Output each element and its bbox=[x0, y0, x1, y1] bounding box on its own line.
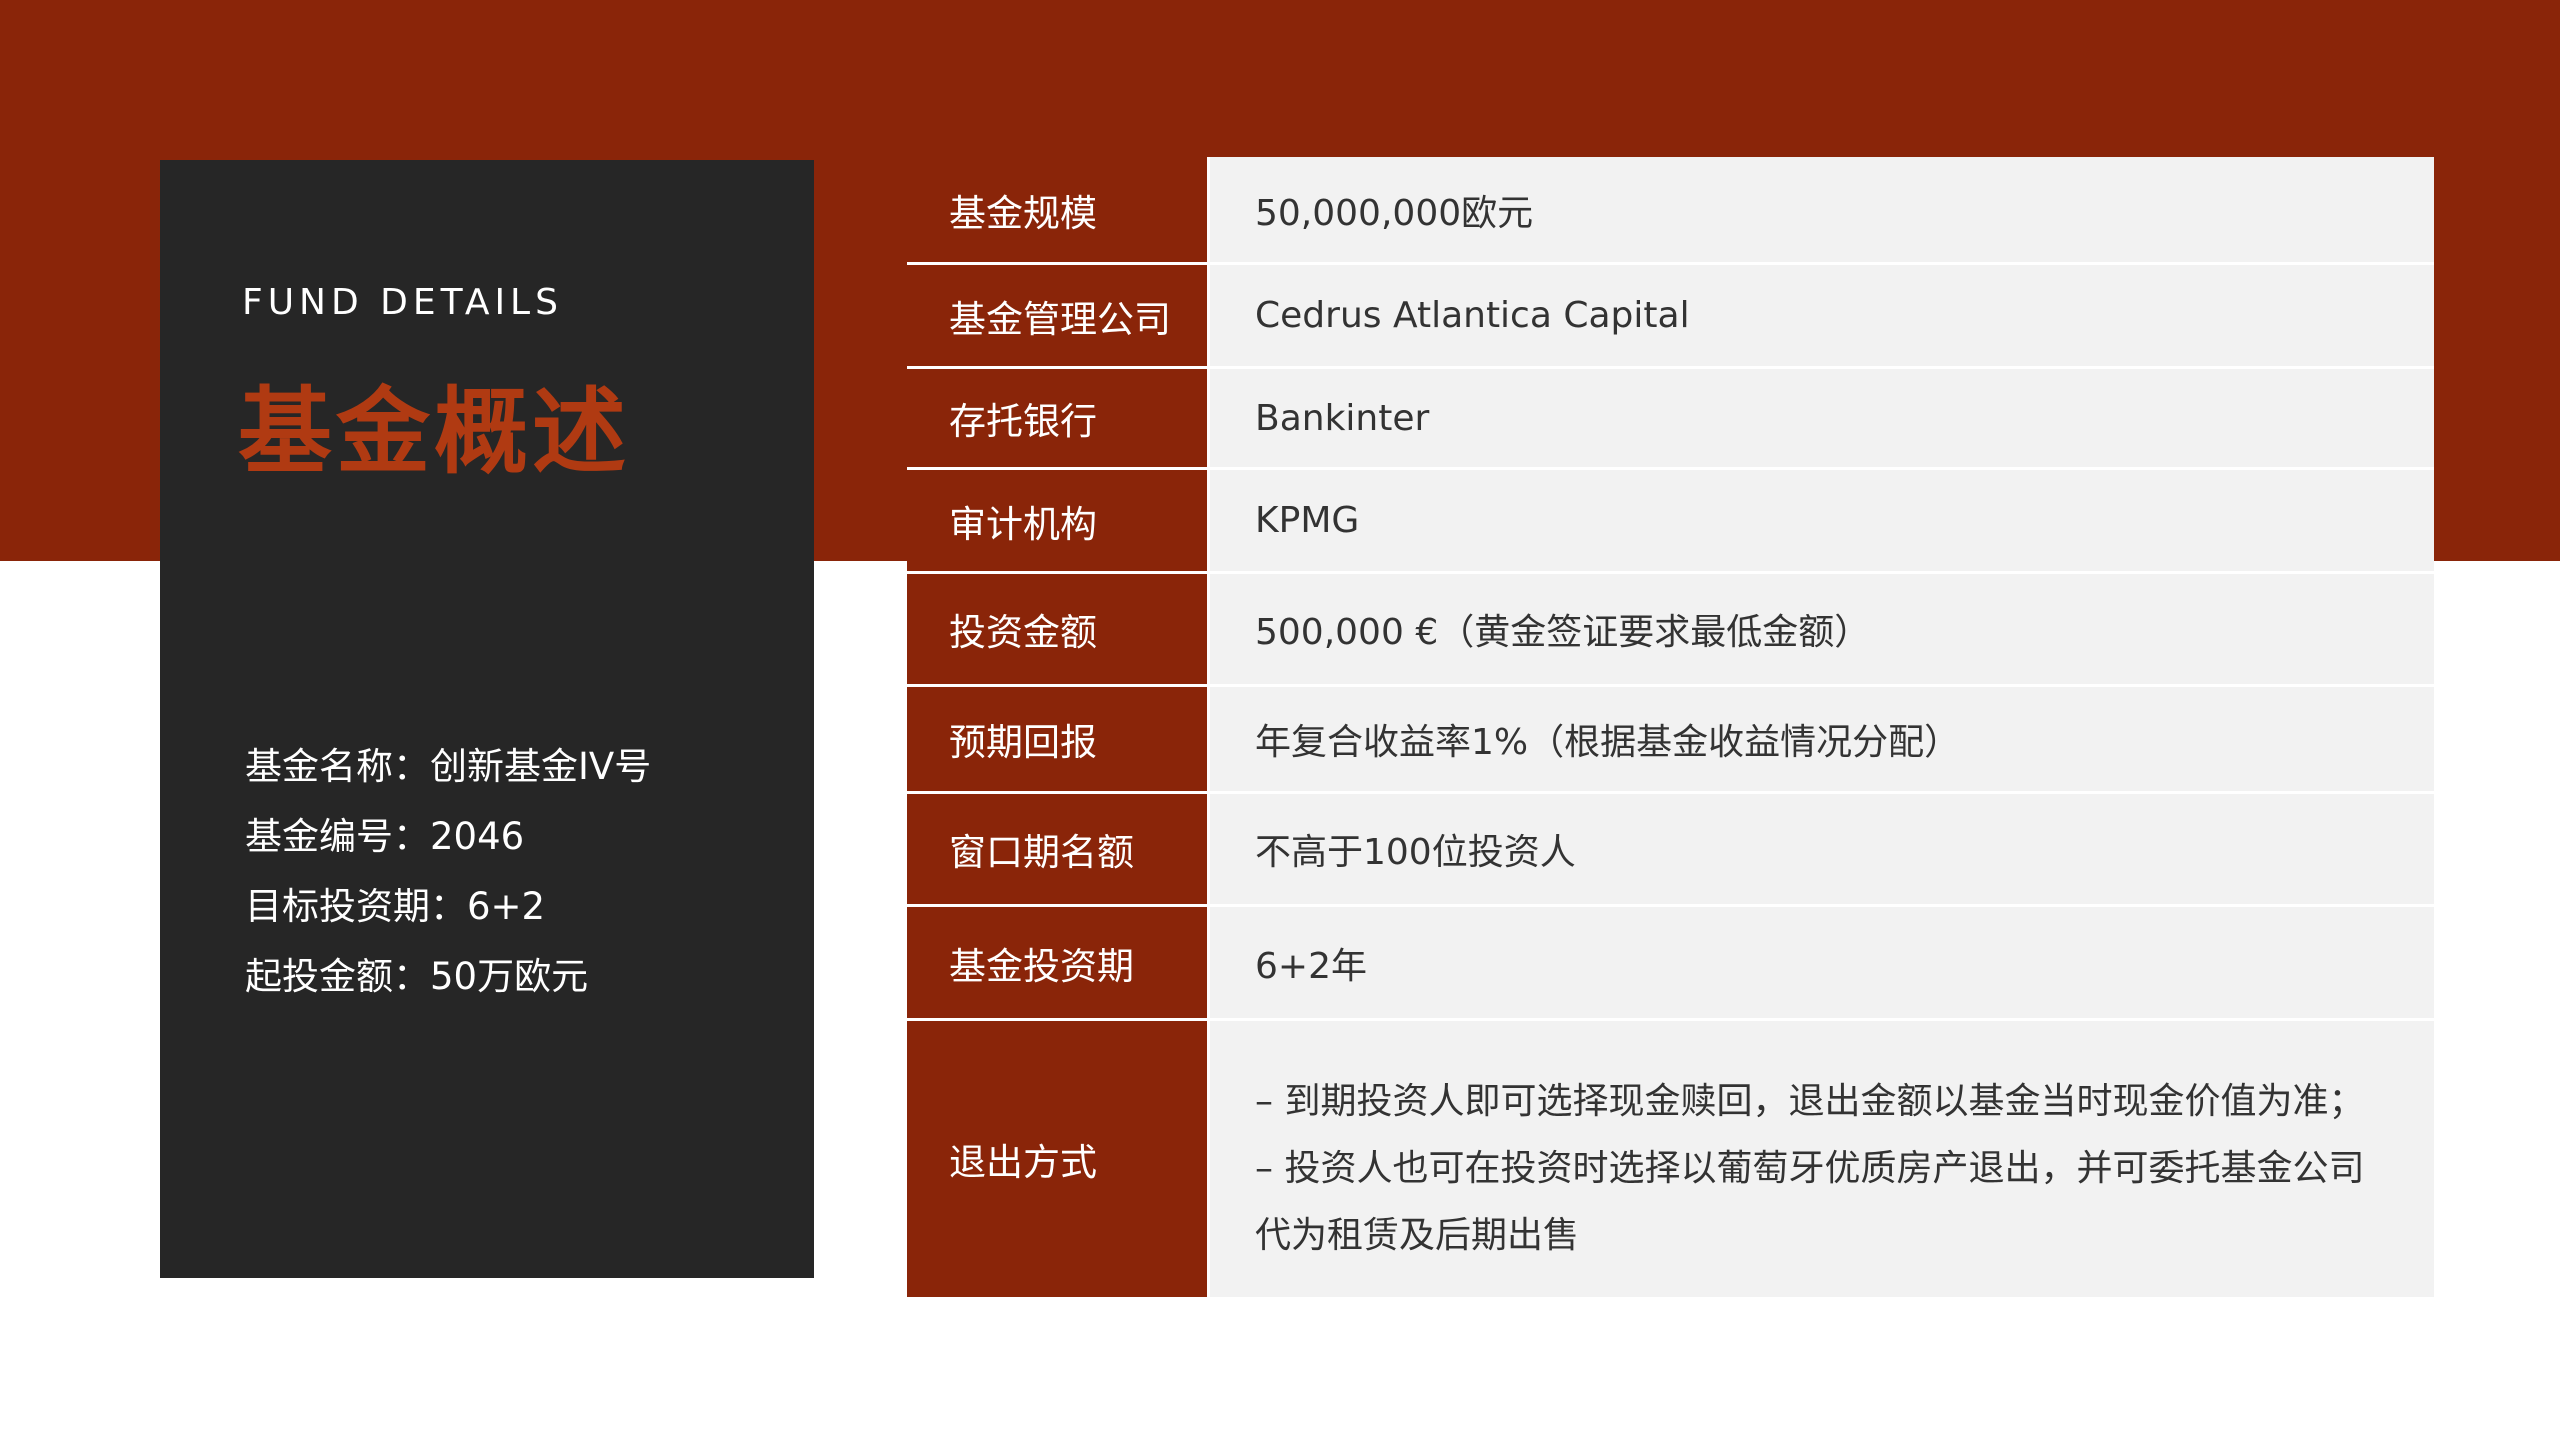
row-value-fund-size: 50,000,000欧元 bbox=[1210, 157, 2434, 262]
row-label-fund-size: 基金规模 bbox=[907, 157, 1210, 262]
table-row: 基金规模 50,000,000欧元 bbox=[907, 157, 2434, 265]
summary-min-investment: 起投金额：50万欧元 bbox=[245, 955, 589, 998]
row-value-expected-return: 年复合收益率1%（根据基金收益情况分配） bbox=[1210, 687, 2434, 791]
row-value-manager: Cedrus Atlantica Capital bbox=[1210, 265, 2434, 366]
section-eyebrow: FUND DETAILS bbox=[242, 282, 563, 323]
row-value-investment-amount: 500,000 €（黄金签证要求最低金额） bbox=[1210, 574, 2434, 684]
summary-list: 基金名称：创新基金IV号 基金编号：2046 目标投资期：6+2 起投金额：50… bbox=[245, 732, 651, 1012]
row-label-investment-amount: 投资金额 bbox=[907, 574, 1210, 684]
summary-fund-number: 基金编号：2046 bbox=[245, 815, 525, 858]
table-row: 存托银行 Bankinter bbox=[907, 369, 2434, 470]
row-label-quota: 窗口期名额 bbox=[907, 794, 1210, 904]
table-row: 审计机构 KPMG bbox=[907, 470, 2434, 574]
row-label-exit-method: 退出方式 bbox=[907, 1021, 1210, 1297]
table-row: 预期回报 年复合收益率1%（根据基金收益情况分配） bbox=[907, 687, 2434, 794]
row-label-custodian: 存托银行 bbox=[907, 369, 1210, 467]
row-value-exit-method: – 到期投资人即可选择现金赎回，退出金额以基金当时现金价值为准； – 投资人也可… bbox=[1210, 1021, 2434, 1297]
summary-fund-name: 基金名称：创新基金IV号 bbox=[245, 745, 652, 788]
row-value-custodian: Bankinter bbox=[1210, 369, 2434, 467]
row-label-investment-period: 基金投资期 bbox=[907, 907, 1210, 1018]
page-title: 基金概述 bbox=[238, 378, 631, 487]
exit-method-line-1: – 到期投资人即可选择现金赎回，退出金额以基金当时现金价值为准； bbox=[1255, 1081, 2365, 1122]
exit-method-line-2: – 投资人也可在投资时选择以葡萄牙优质房产退出，并可委托基金公司 bbox=[1255, 1148, 2365, 1189]
table-row: 基金投资期 6+2年 bbox=[907, 907, 2434, 1021]
row-label-manager: 基金管理公司 bbox=[907, 265, 1210, 366]
row-label-expected-return: 预期回报 bbox=[907, 687, 1210, 791]
row-value-investment-period: 6+2年 bbox=[1210, 907, 2434, 1018]
table-row: 投资金额 500,000 €（黄金签证要求最低金额） bbox=[907, 574, 2434, 687]
row-label-auditor: 审计机构 bbox=[907, 470, 1210, 571]
fund-summary-card: FUND DETAILS 基金概述 基金名称：创新基金IV号 基金编号：2046… bbox=[160, 160, 814, 1278]
summary-target-period: 目标投资期：6+2 bbox=[245, 885, 546, 928]
exit-method-line-3: 代为租赁及后期出售 bbox=[1255, 1215, 1580, 1256]
fund-details-table: 基金规模 50,000,000欧元 基金管理公司 Cedrus Atlantic… bbox=[907, 157, 2434, 1297]
row-value-auditor: KPMG bbox=[1210, 470, 2434, 571]
table-row: 窗口期名额 不高于100位投资人 bbox=[907, 794, 2434, 907]
row-value-quota: 不高于100位投资人 bbox=[1210, 794, 2434, 904]
table-row: 退出方式 – 到期投资人即可选择现金赎回，退出金额以基金当时现金价值为准； – … bbox=[907, 1021, 2434, 1297]
table-row: 基金管理公司 Cedrus Atlantica Capital bbox=[907, 265, 2434, 369]
